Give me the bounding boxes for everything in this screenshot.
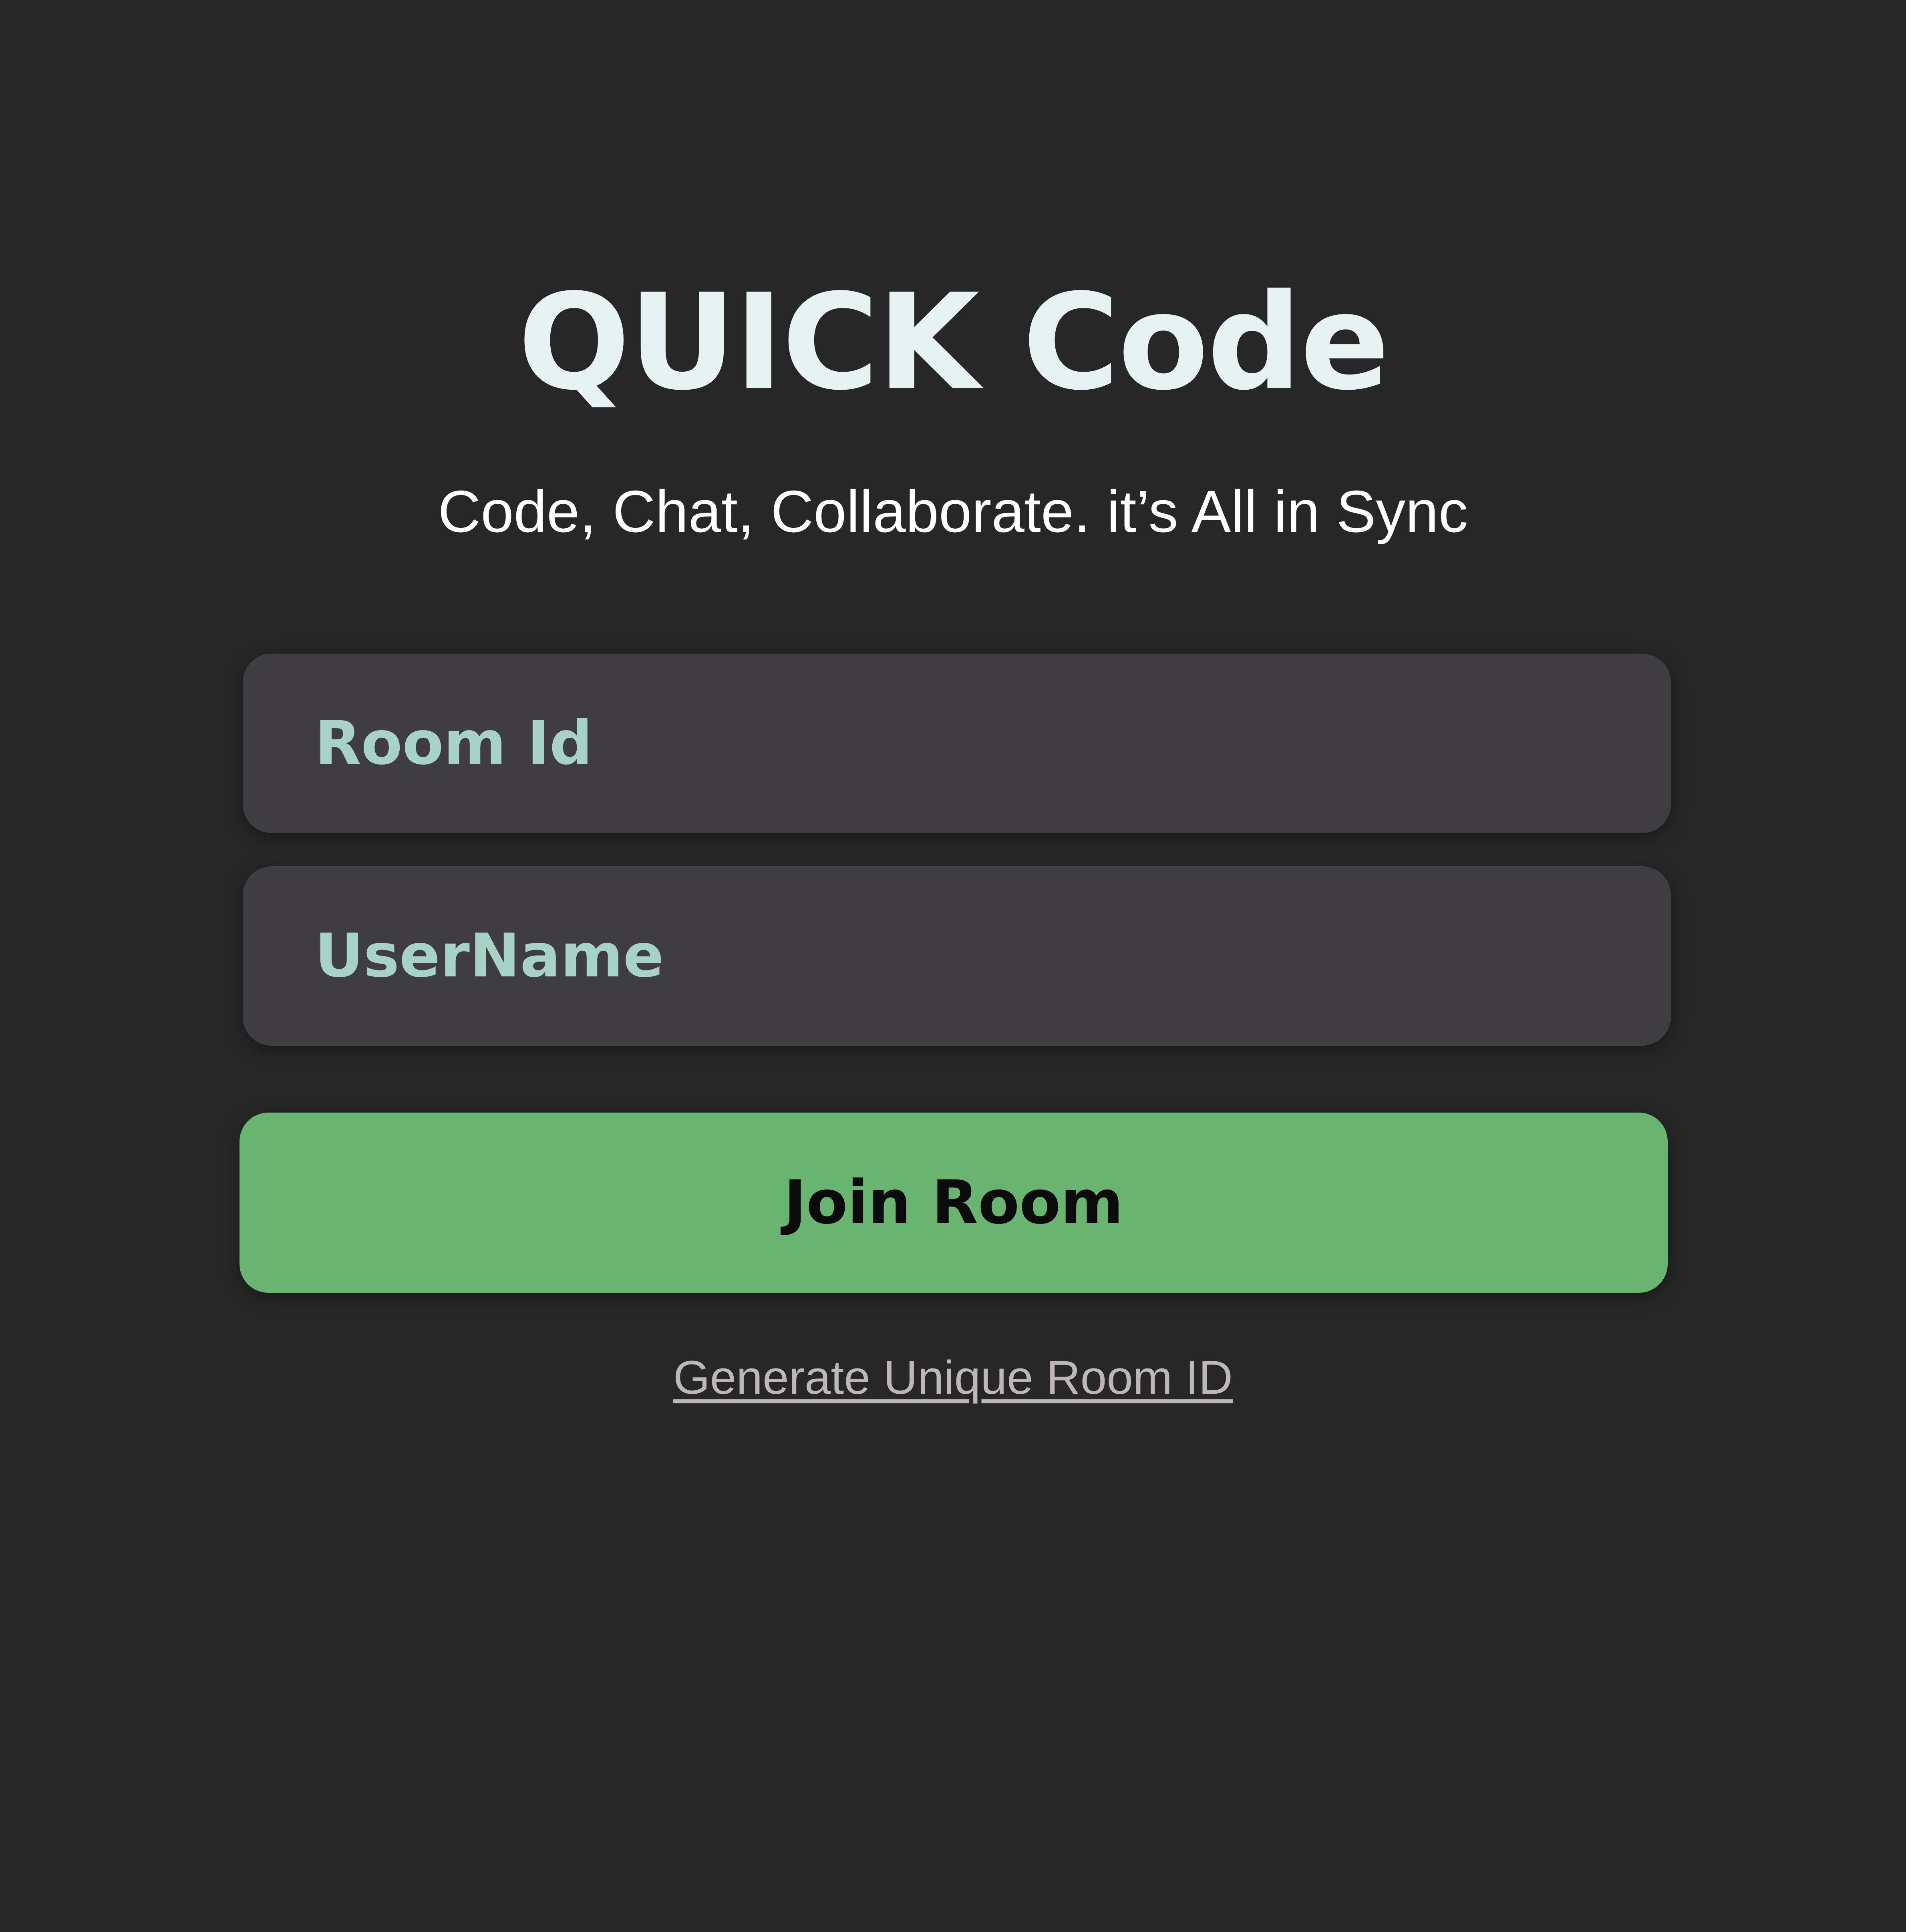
username-field [243, 866, 1671, 1046]
join-room-button[interactable]: Join Room [240, 1113, 1668, 1293]
room-id-input[interactable] [243, 654, 1671, 833]
room-id-field [243, 654, 1671, 833]
app-title: QUICK Code [518, 266, 1390, 419]
generate-room-id-link[interactable]: Generate Unique Room ID [673, 1351, 1233, 1404]
generate-room-id-container: Generate Unique Room ID [0, 1348, 1906, 1408]
username-input[interactable] [243, 866, 1671, 1046]
app-tagline: Code, Chat, Collaborate. it’s All in Syn… [438, 479, 1468, 545]
join-room-page: QUICK Code Code, Chat, Collaborate. it’s… [0, 0, 1906, 1932]
